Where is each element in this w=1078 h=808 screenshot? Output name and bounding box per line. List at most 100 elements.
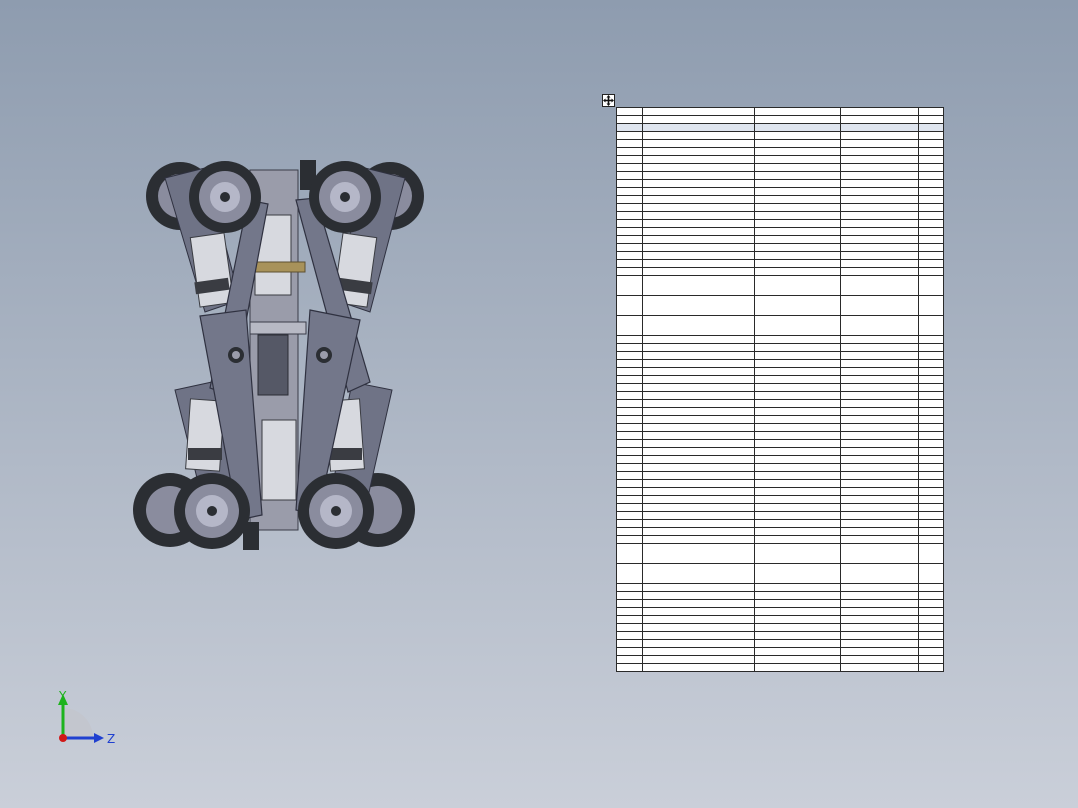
bom-cell: [642, 187, 755, 196]
bom-cell: [616, 171, 643, 180]
table-row[interactable]: [616, 423, 944, 432]
bom-cell: [918, 471, 944, 480]
bom-cell: [754, 203, 841, 212]
bom-cell: [642, 259, 755, 268]
bom-cell: [840, 203, 919, 212]
table-row[interactable]: [616, 131, 944, 140]
bom-cell: [616, 503, 643, 512]
bom-cell: [616, 179, 643, 188]
table-row[interactable]: [616, 267, 944, 276]
bom-cell: [642, 203, 755, 212]
table-row[interactable]: [616, 495, 944, 504]
bom-cell: [642, 295, 755, 316]
table-row[interactable]: [616, 583, 944, 592]
bom-cell: [642, 599, 755, 608]
table-row[interactable]: [616, 219, 944, 228]
table-row[interactable]: [616, 563, 944, 584]
table-row[interactable]: [616, 351, 944, 360]
table-row[interactable]: [616, 455, 944, 464]
bom-cell: [642, 663, 755, 672]
bom-move-handle-icon[interactable]: [602, 94, 615, 107]
table-row[interactable]: [616, 439, 944, 448]
table-row[interactable]: [616, 511, 944, 520]
table-row[interactable]: [616, 295, 944, 316]
bom-cell: [616, 407, 643, 416]
bom-cell: [840, 655, 919, 664]
table-row[interactable]: [616, 599, 944, 608]
triad-y-label: Y: [58, 689, 67, 703]
table-row[interactable]: [616, 123, 944, 132]
table-row[interactable]: [616, 375, 944, 384]
bom-cell: [840, 647, 919, 656]
table-row[interactable]: [616, 235, 944, 244]
bom-cell: [754, 343, 841, 352]
bom-cell: [918, 519, 944, 528]
table-row[interactable]: [616, 591, 944, 600]
table-row[interactable]: [616, 139, 944, 148]
table-row[interactable]: [616, 479, 944, 488]
bom-cell: [642, 123, 755, 132]
table-row[interactable]: [616, 503, 944, 512]
table-row[interactable]: [616, 359, 944, 368]
table-row[interactable]: [616, 179, 944, 188]
table-row[interactable]: [616, 543, 944, 564]
bom-cell: [642, 543, 755, 564]
table-row[interactable]: [616, 519, 944, 528]
table-row[interactable]: [616, 463, 944, 472]
table-row[interactable]: [616, 407, 944, 416]
graphics-viewport[interactable]: Y Z: [0, 0, 1078, 808]
table-row[interactable]: [616, 639, 944, 648]
table-row[interactable]: [616, 367, 944, 376]
table-row[interactable]: [616, 431, 944, 440]
table-row[interactable]: [616, 623, 944, 632]
table-row[interactable]: [616, 315, 944, 336]
bom-cell: [918, 123, 944, 132]
table-row[interactable]: [616, 335, 944, 344]
bom-cell: [918, 591, 944, 600]
bom-cell: [840, 155, 919, 164]
table-row[interactable]: [616, 259, 944, 268]
table-row[interactable]: [616, 115, 944, 124]
table-row[interactable]: [616, 227, 944, 236]
table-row[interactable]: [616, 243, 944, 252]
table-row[interactable]: [616, 187, 944, 196]
table-row[interactable]: [616, 155, 944, 164]
table-row[interactable]: [616, 631, 944, 640]
table-row[interactable]: [616, 171, 944, 180]
table-row[interactable]: [616, 663, 944, 672]
table-row[interactable]: [616, 147, 944, 156]
table-row[interactable]: [616, 383, 944, 392]
bom-header-row: [616, 107, 944, 116]
bom-cell: [616, 647, 643, 656]
bom-cell: [918, 455, 944, 464]
table-row[interactable]: [616, 527, 944, 536]
table-row[interactable]: [616, 471, 944, 480]
table-row[interactable]: [616, 251, 944, 260]
table-row[interactable]: [616, 447, 944, 456]
table-row[interactable]: [616, 487, 944, 496]
bom-cell: [918, 563, 944, 584]
table-row[interactable]: [616, 195, 944, 204]
table-row[interactable]: [616, 163, 944, 172]
table-row[interactable]: [616, 415, 944, 424]
bom-cell: [642, 479, 755, 488]
bom-cell: [754, 631, 841, 640]
table-row[interactable]: [616, 211, 944, 220]
bom-cell: [840, 583, 919, 592]
table-row[interactable]: [616, 615, 944, 624]
bom-cell: [840, 455, 919, 464]
table-row[interactable]: [616, 655, 944, 664]
table-row[interactable]: [616, 535, 944, 544]
table-row[interactable]: [616, 343, 944, 352]
bom-cell: [616, 139, 643, 148]
bill-of-materials-table[interactable]: [616, 107, 944, 672]
bom-cell: [840, 123, 919, 132]
table-row[interactable]: [616, 607, 944, 616]
table-row[interactable]: [616, 203, 944, 212]
table-row[interactable]: [616, 647, 944, 656]
table-row[interactable]: [616, 399, 944, 408]
table-row[interactable]: [616, 275, 944, 296]
bom-cell: [642, 211, 755, 220]
table-row[interactable]: [616, 391, 944, 400]
bom-cell: [840, 599, 919, 608]
